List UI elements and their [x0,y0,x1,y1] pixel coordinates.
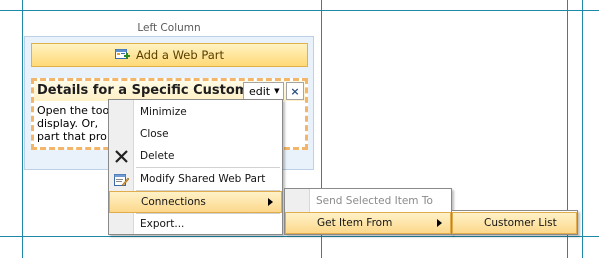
menu-item-send-selected-item-to[interactable]: Send Selected Item To [285,190,451,212]
close-icon: × [290,84,300,98]
page-guide-line [582,0,583,258]
modify-web-part-icon [114,172,129,187]
edit-label: edit [249,84,271,98]
submenu-arrow-icon [437,219,442,227]
menu-item-get-item-from[interactable]: Get Item From [285,212,451,234]
page-guide-line [22,0,23,258]
get-item-from-submenu: Customer List [451,210,578,235]
add-web-part-label: Add a Web Part [135,48,225,62]
web-part-edit-button[interactable]: edit ▼ [243,82,284,100]
web-part-title: Details for a Specific Customer [37,83,264,98]
menu-item-delete[interactable]: Delete [109,145,282,167]
zone-title: Left Column [137,22,201,34]
page-guide-line [0,10,599,11]
connections-submenu: Send Selected Item To Get Item From [284,188,452,235]
chevron-down-icon: ▼ [274,87,280,95]
menu-item-connections[interactable]: Connections [109,191,282,213]
menu-item-minimize[interactable]: Minimize [109,101,282,123]
add-web-part-button[interactable]: Add a Web Part [31,43,308,67]
submenu-arrow-icon [268,198,273,206]
page-guide-line [0,236,599,237]
menu-item-modify-shared-web-part[interactable]: Modify Shared Web Part [109,168,282,190]
menu-item-customer-list[interactable]: Customer List [452,212,577,234]
add-web-part-icon [114,48,130,59]
menu-item-close[interactable]: Close [109,123,282,145]
web-part-close-button[interactable]: × [286,82,304,100]
web-part-edit-menu: Minimize Close Delete Modify Shared Web … [108,99,283,235]
delete-x-icon [114,149,129,164]
menu-item-export[interactable]: Export... [109,213,282,235]
